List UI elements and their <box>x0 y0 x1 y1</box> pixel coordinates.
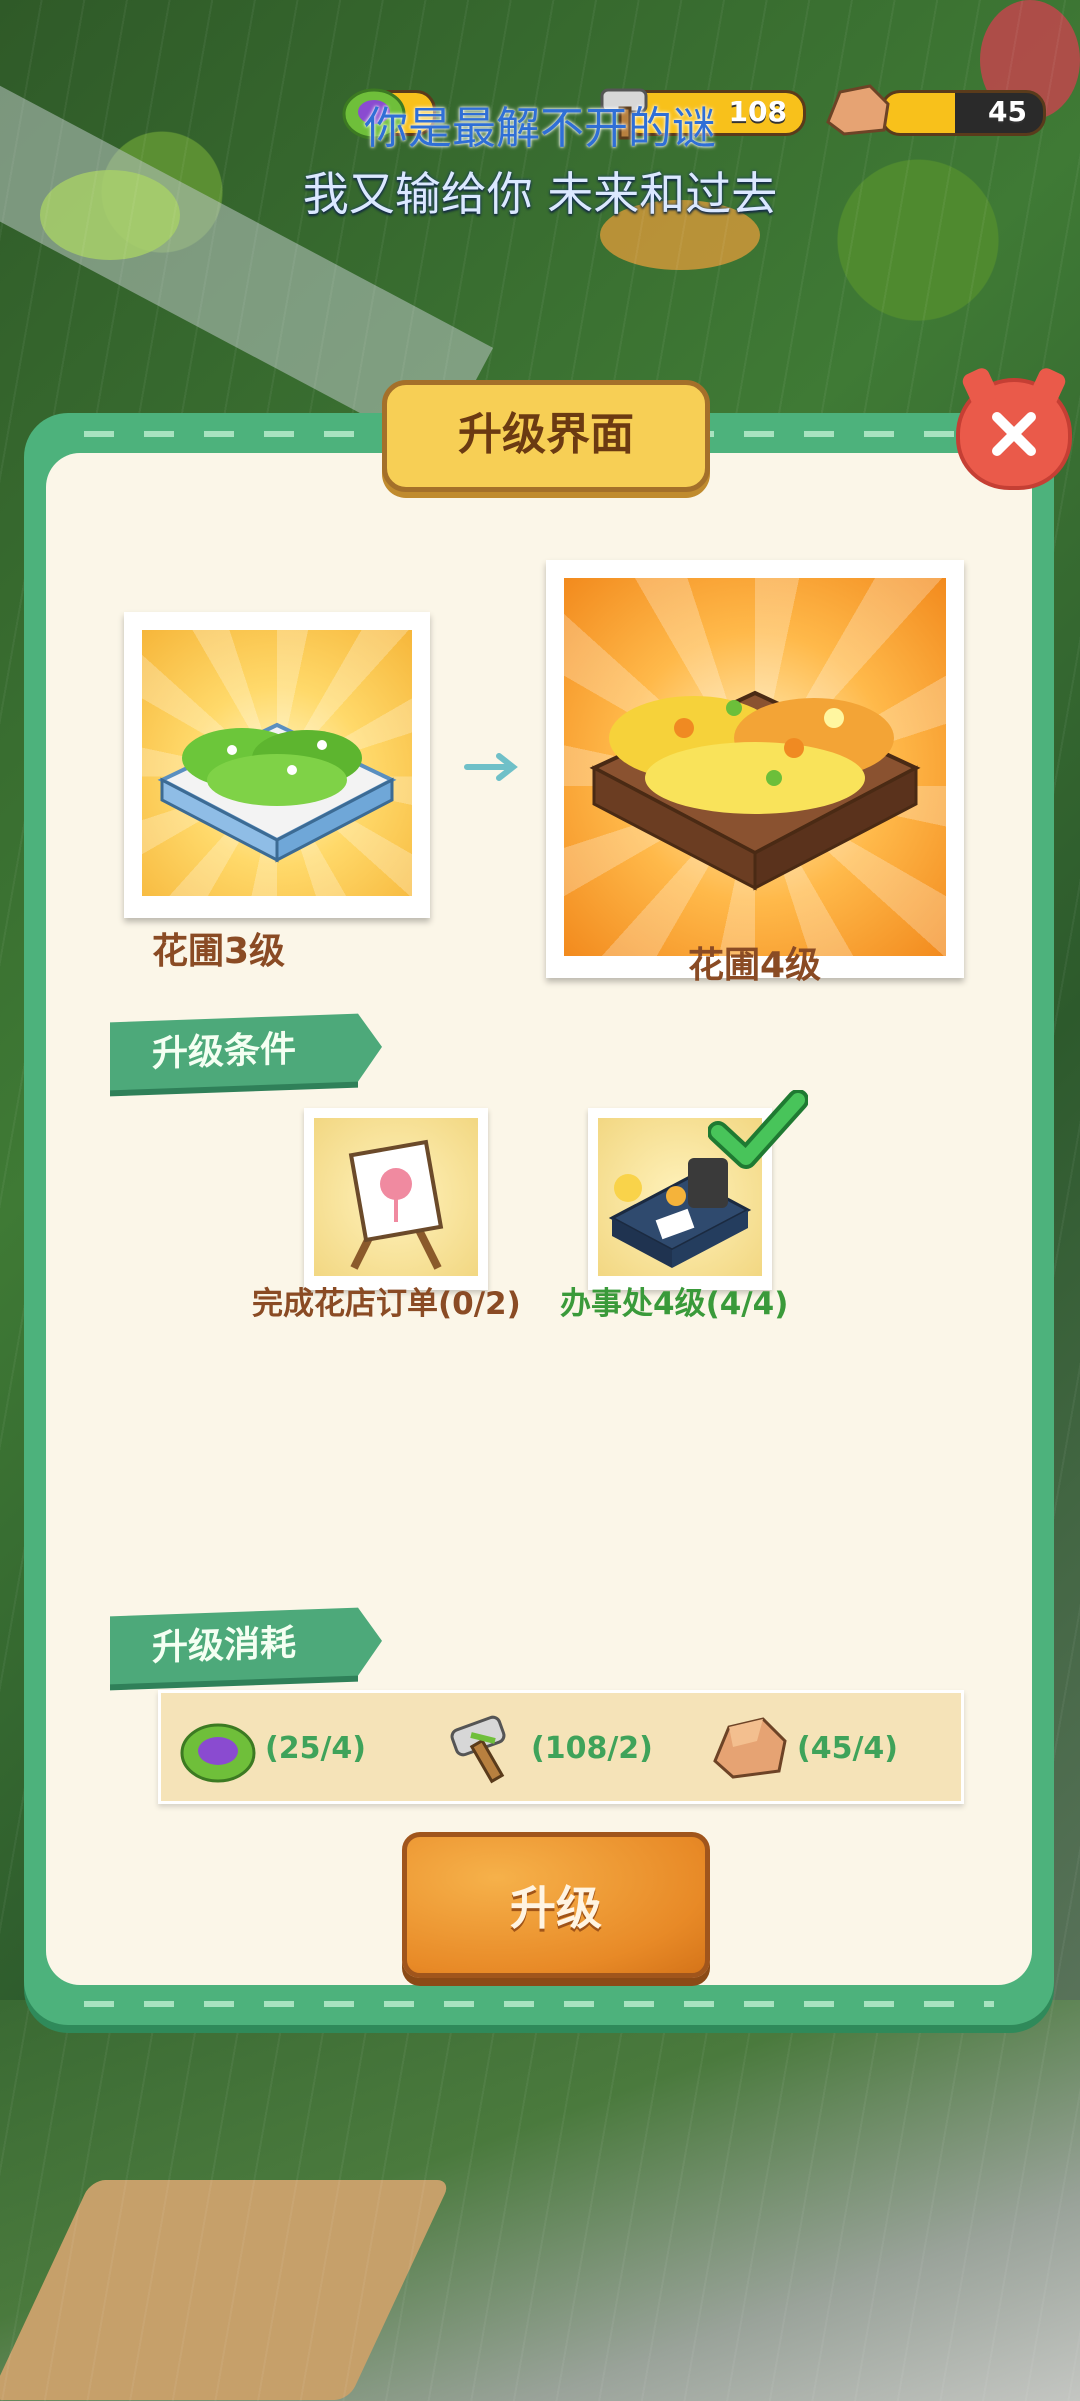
conditions-ribbon: 升级条件 <box>110 1013 358 1091</box>
panel-title-tab: 升级界面 <box>382 380 710 492</box>
lyric-line-2: 我又输给你 未来和过去 <box>302 167 778 221</box>
flower-bed-level4-image <box>564 578 946 956</box>
cost-ribbon: 升级消耗 <box>110 1607 358 1685</box>
upgrade-cost-bar: (25/4) (108/2) (45/4) <box>158 1690 964 1804</box>
condition-flower-orders <box>304 1108 488 1290</box>
conditions-title: 升级条件 <box>152 1028 297 1075</box>
condition-office-level-label: 办事处4级(4/4) <box>560 1286 789 1322</box>
cost-cabbage-text: (25/4) <box>265 1730 367 1766</box>
close-icon <box>992 412 1036 456</box>
next-level-label: 花圃4级 <box>688 945 822 986</box>
next-level-card <box>546 560 964 978</box>
checkmark-icon <box>708 1090 808 1169</box>
cabbage-icon <box>180 1723 256 1783</box>
stone-icon <box>713 1717 787 1779</box>
upgrade-button[interactable]: 升级 <box>402 1832 710 1978</box>
condition-flower-orders-label: 完成花店订单(0/2) <box>252 1286 521 1322</box>
cost-item-cabbage: (25/4) <box>175 1713 366 1783</box>
cost-hammer-text: (108/2) <box>531 1730 653 1766</box>
upgrade-button-label: 升级 <box>510 1881 602 1935</box>
panel-title: 升级界面 <box>458 409 634 460</box>
arrow-right-icon <box>464 753 518 781</box>
flower-bed-level3-image <box>142 630 412 896</box>
lyric-line-1: 你是最解不开的谜 <box>364 103 716 154</box>
flower-easel-icon <box>348 1139 444 1270</box>
cost-title: 升级消耗 <box>152 1622 297 1669</box>
current-level-card <box>124 612 430 918</box>
cost-item-hammer: (108/2) <box>441 1713 653 1784</box>
close-button[interactable] <box>956 378 1072 490</box>
current-level-label: 花圃3级 <box>152 931 286 972</box>
cost-stone-text: (45/4) <box>797 1730 899 1766</box>
hammer-icon <box>450 1715 506 1784</box>
cost-item-stone: (45/4) <box>707 1713 898 1783</box>
